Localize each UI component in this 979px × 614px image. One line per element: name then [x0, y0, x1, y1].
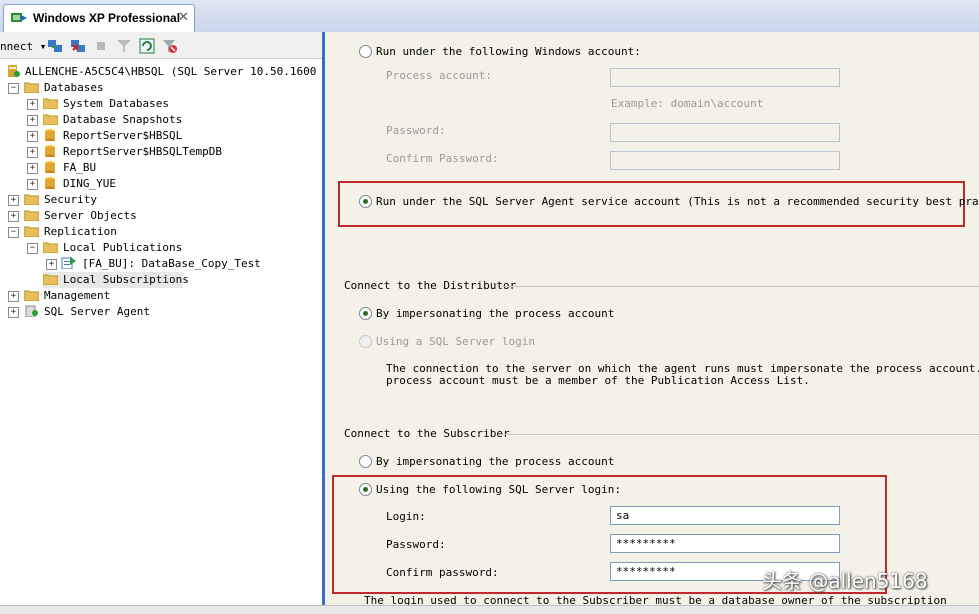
database-icon: [45, 161, 55, 173]
expand-icon[interactable]: +: [8, 195, 19, 206]
distributor-group-line: [502, 286, 979, 287]
clear-filter-icon[interactable]: [162, 38, 178, 54]
window-tab-strip: Windows XP Professional ✕: [0, 0, 979, 33]
watermark: 头条 @allen5168: [762, 569, 928, 593]
vm-tab[interactable]: Windows XP Professional ✕: [3, 4, 195, 32]
collapse-icon[interactable]: −: [27, 243, 38, 254]
agent-icon: [25, 305, 38, 317]
sub-sql-login-label: Using the following SQL Server login:: [376, 483, 622, 496]
database-icon: [45, 177, 55, 189]
confirm-password-field[interactable]: [610, 151, 840, 170]
folder-icon: [24, 82, 39, 93]
tree-label: Local Subscriptions: [63, 273, 189, 286]
sub-confirm-password-label: Confirm password:: [386, 566, 499, 579]
tree-label: Databases: [44, 81, 104, 94]
connect-dropdown[interactable]: nnect ▾: [0, 40, 46, 53]
vm-tab-title: Windows XP Professional: [33, 11, 181, 25]
tree-label: Replication: [44, 225, 117, 238]
expand-icon[interactable]: +: [27, 179, 38, 190]
folder-icon: [24, 194, 39, 205]
publication-icon: [61, 257, 76, 269]
process-account-field[interactable]: [610, 68, 840, 87]
server-icon: [8, 65, 20, 77]
expand-icon[interactable]: +: [27, 99, 38, 110]
refresh-icon[interactable]: [139, 38, 155, 54]
distributor-group-title: Connect to the Distributor: [344, 279, 517, 292]
explorer-toolbar: nnect ▾: [0, 32, 322, 59]
folder-icon: [43, 274, 58, 285]
connect-object-explorer-icon[interactable]: [47, 38, 63, 54]
folder-icon: [24, 210, 39, 221]
dist-note-line-2: process account must be a member of the …: [386, 374, 810, 387]
close-icon[interactable]: ✕: [178, 9, 189, 25]
tree-label: DING_YUE: [63, 177, 116, 190]
object-explorer: nnect ▾ ALLENCHE-A5C5C4\HBSQL (SQL Serve…: [0, 32, 350, 605]
collapse-icon[interactable]: −: [8, 227, 19, 238]
login-field[interactable]: sa: [610, 506, 840, 525]
tree-label: ReportServer$HBSQL: [63, 129, 183, 142]
folder-icon: [24, 290, 39, 301]
run-agent-account-radio[interactable]: [359, 195, 372, 208]
dist-impersonate-radio[interactable]: [359, 307, 372, 320]
sub-password-field[interactable]: *********: [610, 534, 840, 553]
folder-icon: [24, 226, 39, 237]
dist-sql-login-radio[interactable]: [359, 335, 372, 348]
folder-icon: [43, 98, 58, 109]
subscriber-group-title: Connect to the Subscriber: [344, 427, 510, 440]
expand-icon[interactable]: +: [27, 131, 38, 142]
run-windows-account-radio[interactable]: [359, 45, 372, 58]
expand-icon[interactable]: +: [27, 163, 38, 174]
database-icon: [45, 145, 55, 157]
dist-impersonate-label: By impersonating the process account: [376, 307, 615, 320]
login-label: Login:: [386, 510, 426, 523]
tree-label: System Databases: [63, 97, 169, 110]
process-account-label: Process account:: [386, 69, 492, 82]
tree-label: Management: [44, 289, 111, 302]
subscriber-group-line: [498, 434, 979, 435]
expand-icon[interactable]: +: [27, 115, 38, 126]
server-label: ALLENCHE-A5C5C4\HBSQL (SQL Server 10.50.…: [25, 65, 350, 78]
tree-label: [FA_BU]: DataBase_Copy_Test: [82, 257, 261, 270]
expand-icon[interactable]: +: [27, 147, 38, 158]
sub-impersonate-label: By impersonating the process account: [376, 455, 615, 468]
database-icon: [45, 129, 55, 141]
tree-label: Server Objects: [44, 209, 137, 222]
sub-password-label: Password:: [386, 538, 446, 551]
password-label: Password:: [386, 124, 446, 137]
stop-icon[interactable]: [93, 38, 109, 54]
dist-sql-login-label: Using a SQL Server login: [376, 335, 535, 348]
tree-label: ReportServer$HBSQLTempDB: [63, 145, 222, 158]
expand-icon[interactable]: +: [8, 211, 19, 222]
example-hint: Example: domain\account: [611, 97, 764, 110]
tree-node-local-subscriptions[interactable]: Local Subscriptions: [43, 272, 189, 288]
confirm-password-label: Confirm Password:: [386, 152, 499, 165]
password-field[interactable]: [610, 123, 840, 142]
expand-icon[interactable]: +: [46, 259, 57, 270]
run-windows-account-label: Run under the following Windows account:: [376, 45, 641, 58]
collapse-icon[interactable]: −: [8, 83, 19, 94]
folder-icon: [43, 242, 58, 253]
expand-icon[interactable]: +: [8, 307, 19, 318]
folder-icon: [43, 114, 58, 125]
tree-label: Local Publications: [63, 241, 183, 254]
run-agent-account-label: Run under the SQL Server Agent service a…: [376, 195, 979, 208]
agent-security-pane: Run under the following Windows account:…: [325, 32, 979, 607]
tree-label: Security: [44, 193, 97, 206]
filter-icon[interactable]: [116, 38, 132, 54]
tree-label: Database Snapshots: [63, 113, 183, 126]
vm-icon: [11, 13, 27, 22]
sub-impersonate-radio[interactable]: [359, 455, 372, 468]
expand-icon[interactable]: +: [8, 291, 19, 302]
tree-label: SQL Server Agent: [44, 305, 150, 318]
tree-label: FA_BU: [63, 161, 97, 174]
sub-sql-login-radio[interactable]: [359, 483, 372, 496]
disconnect-icon[interactable]: [70, 38, 86, 54]
